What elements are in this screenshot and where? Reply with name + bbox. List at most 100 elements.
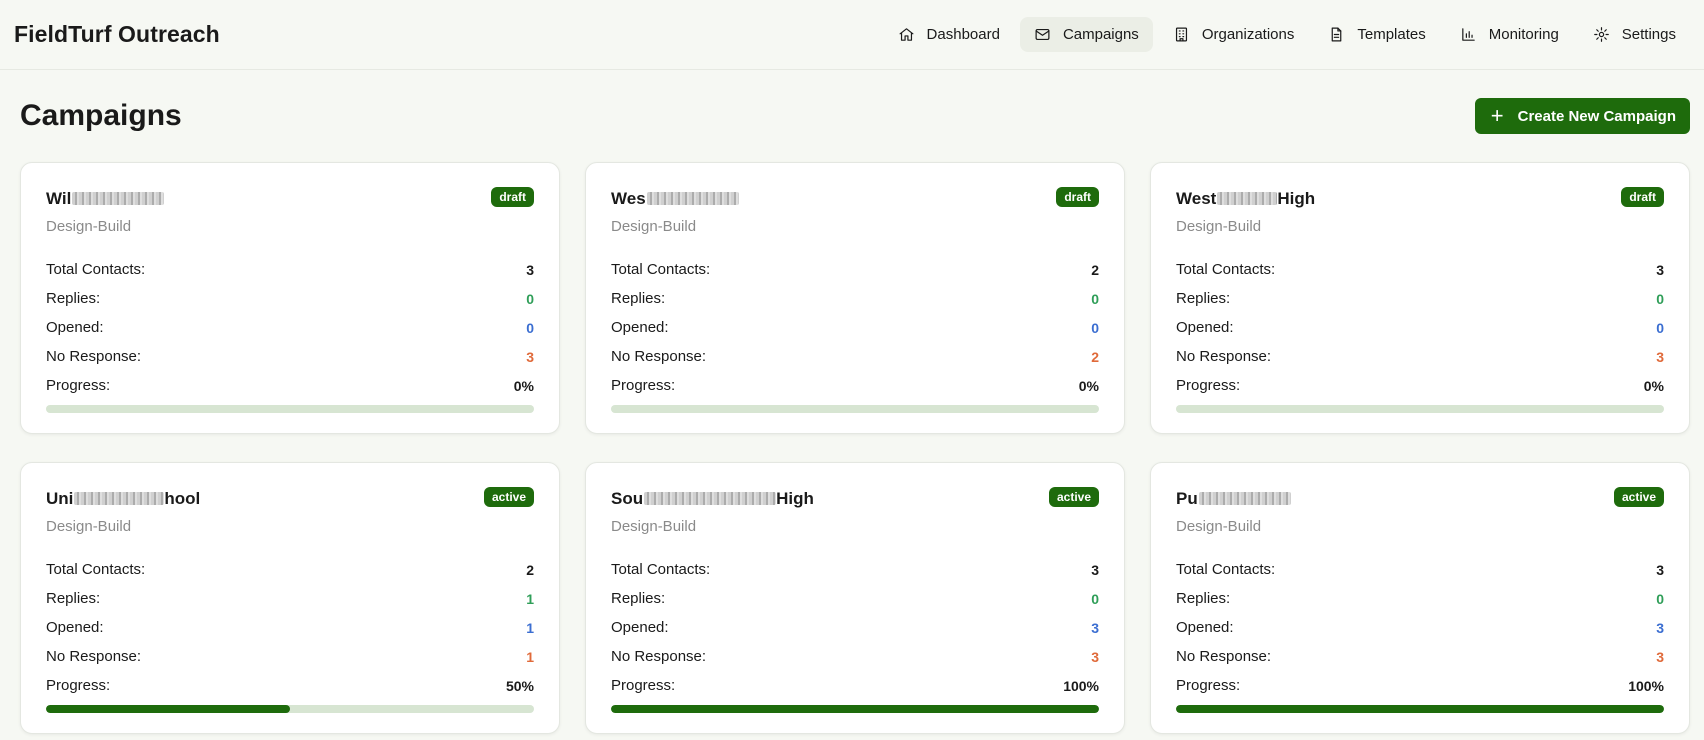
campaign-name[interactable]: Uni hool xyxy=(46,489,200,509)
progress-bar xyxy=(46,705,534,713)
campaign-card[interactable]: Pu active Design-Build Total Contacts: 3… xyxy=(1150,462,1690,734)
campaign-type: Design-Build xyxy=(46,218,132,235)
stat-value-opened: 3 xyxy=(1656,619,1664,636)
campaign-stats: Total Contacts: 3 Replies: 0 Opened: 3 N… xyxy=(1176,555,1664,713)
stat-label: No Response: xyxy=(46,648,142,665)
campaign-card[interactable]: Wil draft Design-Build Total Contacts: 3… xyxy=(20,162,560,434)
campaign-card[interactable]: Uni hool active Design-Build Total Contac… xyxy=(20,462,560,734)
stat-value-opened: 0 xyxy=(526,319,534,336)
campaign-stats: Total Contacts: 3 Replies: 0 Opened: 3 N… xyxy=(611,555,1099,713)
nav-item-settings[interactable]: Settings xyxy=(1579,17,1690,52)
nav-item-label: Monitoring xyxy=(1488,26,1559,43)
stat-value-no-response: 3 xyxy=(1656,348,1664,365)
campaign-name[interactable]: Wes xyxy=(611,189,739,209)
stat-value-opened: 3 xyxy=(1091,619,1099,636)
redacted-text xyxy=(1217,192,1278,205)
progress-bar-fill xyxy=(611,705,1099,713)
campaign-name[interactable]: Pu xyxy=(1176,489,1291,509)
campaign-name[interactable]: Wil xyxy=(46,189,165,209)
nav-item-dashboard[interactable]: Dashboard xyxy=(884,17,1014,52)
stat-total-contacts: Total Contacts: 2 xyxy=(46,555,534,584)
stat-replies: Replies: 0 xyxy=(611,584,1099,613)
stat-label: Total Contacts: xyxy=(1176,561,1276,578)
campaign-name[interactable]: Sou High xyxy=(611,489,814,509)
nav-item-templates[interactable]: Templates xyxy=(1314,17,1439,52)
create-new-campaign-button[interactable]: + Create New Campaign xyxy=(1474,98,1690,134)
card-header: Pu active xyxy=(1176,487,1664,509)
stat-progress: Progress: 100% xyxy=(1176,671,1664,700)
nav-item-monitoring[interactable]: Monitoring xyxy=(1446,17,1573,52)
stat-label: No Response: xyxy=(1176,648,1272,665)
stat-no-response: No Response: 1 xyxy=(46,642,534,671)
stat-label: Replies: xyxy=(46,290,101,307)
main-nav: Dashboard Campaigns Organizations Templa… xyxy=(884,17,1690,52)
nav-item-campaigns[interactable]: Campaigns xyxy=(1019,17,1153,52)
progress-bar xyxy=(611,405,1099,413)
app-brand[interactable]: FieldTurf Outreach xyxy=(14,21,220,48)
redacted-text xyxy=(1198,492,1291,505)
nav-item-label: Dashboard xyxy=(926,26,1000,43)
stat-value-opened: 0 xyxy=(1656,319,1664,336)
progress-bar-fill xyxy=(46,705,290,713)
bar-chart-icon xyxy=(1461,28,1475,41)
stat-label: Opened: xyxy=(611,619,669,636)
stat-label: Progress: xyxy=(46,677,111,694)
stat-replies: Replies: 0 xyxy=(611,284,1099,313)
campaign-card[interactable]: Wes draft Design-Build Total Contacts: 2… xyxy=(585,162,1125,434)
status-badge: active xyxy=(1048,487,1099,507)
stat-progress: Progress: 100% xyxy=(611,671,1099,700)
status-badge: active xyxy=(483,487,534,507)
mail-icon xyxy=(1035,28,1050,41)
stat-label: No Response: xyxy=(611,648,707,665)
campaign-name-start: Wil xyxy=(46,189,72,208)
stat-value-replies: 0 xyxy=(1091,590,1099,607)
stat-label: Opened: xyxy=(1176,619,1234,636)
redacted-text xyxy=(646,192,739,205)
card-header: Uni hool active xyxy=(46,487,534,509)
campaign-stats: Total Contacts: 3 Replies: 0 Opened: 0 N… xyxy=(1176,255,1664,413)
stat-label: No Response: xyxy=(1176,348,1272,365)
progress-bar xyxy=(1176,705,1664,713)
campaign-card[interactable]: Sou High active Design-Build Total Contac… xyxy=(585,462,1125,734)
card-header: Wil draft xyxy=(46,187,534,209)
campaign-grid: Wil draft Design-Build Total Contacts: 3… xyxy=(0,162,1704,734)
stat-replies: Replies: 0 xyxy=(1176,284,1664,313)
stat-opened: Opened: 3 xyxy=(611,613,1099,642)
nav-item-label: Organizations xyxy=(1201,26,1295,43)
home-icon xyxy=(899,28,914,41)
stat-no-response: No Response: 3 xyxy=(1176,342,1664,371)
stat-value-no-response: 1 xyxy=(526,648,534,665)
stat-opened: Opened: 0 xyxy=(1176,313,1664,342)
redacted-text xyxy=(644,492,777,505)
stat-label: Opened: xyxy=(611,319,669,336)
progress-bar xyxy=(46,405,534,413)
stat-value-total: 2 xyxy=(526,561,534,578)
campaign-stats: Total Contacts: 2 Replies: 0 Opened: 0 N… xyxy=(611,255,1099,413)
campaign-stats: Total Contacts: 3 Replies: 0 Opened: 0 N… xyxy=(46,255,534,413)
redacted-text xyxy=(72,192,165,205)
stat-progress: Progress: 50% xyxy=(46,671,534,700)
campaign-name-end: hool xyxy=(164,489,201,508)
campaign-card[interactable]: West High draft Design-Build Total Contac… xyxy=(1150,162,1690,434)
campaign-name[interactable]: West High xyxy=(1176,189,1315,209)
status-badge: active xyxy=(1613,487,1664,507)
card-header: Wes draft xyxy=(611,187,1099,209)
stat-total-contacts: Total Contacts: 2 xyxy=(611,255,1099,284)
campaign-type: Design-Build xyxy=(611,218,697,235)
campaign-name-end: High xyxy=(1277,189,1316,208)
stat-value-total: 2 xyxy=(1091,261,1099,278)
stat-value-total: 3 xyxy=(1656,261,1664,278)
stat-value-replies: 1 xyxy=(526,590,534,607)
status-badge: draft xyxy=(1621,187,1664,207)
stat-value-opened: 1 xyxy=(526,619,534,636)
stat-value-total: 3 xyxy=(526,261,534,278)
page-title: Campaigns xyxy=(20,99,182,132)
stat-value-progress: 100% xyxy=(1063,677,1099,694)
nav-item-label: Settings xyxy=(1621,26,1676,43)
stat-label: No Response: xyxy=(611,348,707,365)
stat-label: Progress: xyxy=(1176,677,1241,694)
card-header: West High draft xyxy=(1176,187,1664,209)
nav-item-organizations[interactable]: Organizations xyxy=(1159,17,1309,52)
stat-label: Replies: xyxy=(1176,290,1231,307)
stat-value-progress: 100% xyxy=(1628,677,1664,694)
